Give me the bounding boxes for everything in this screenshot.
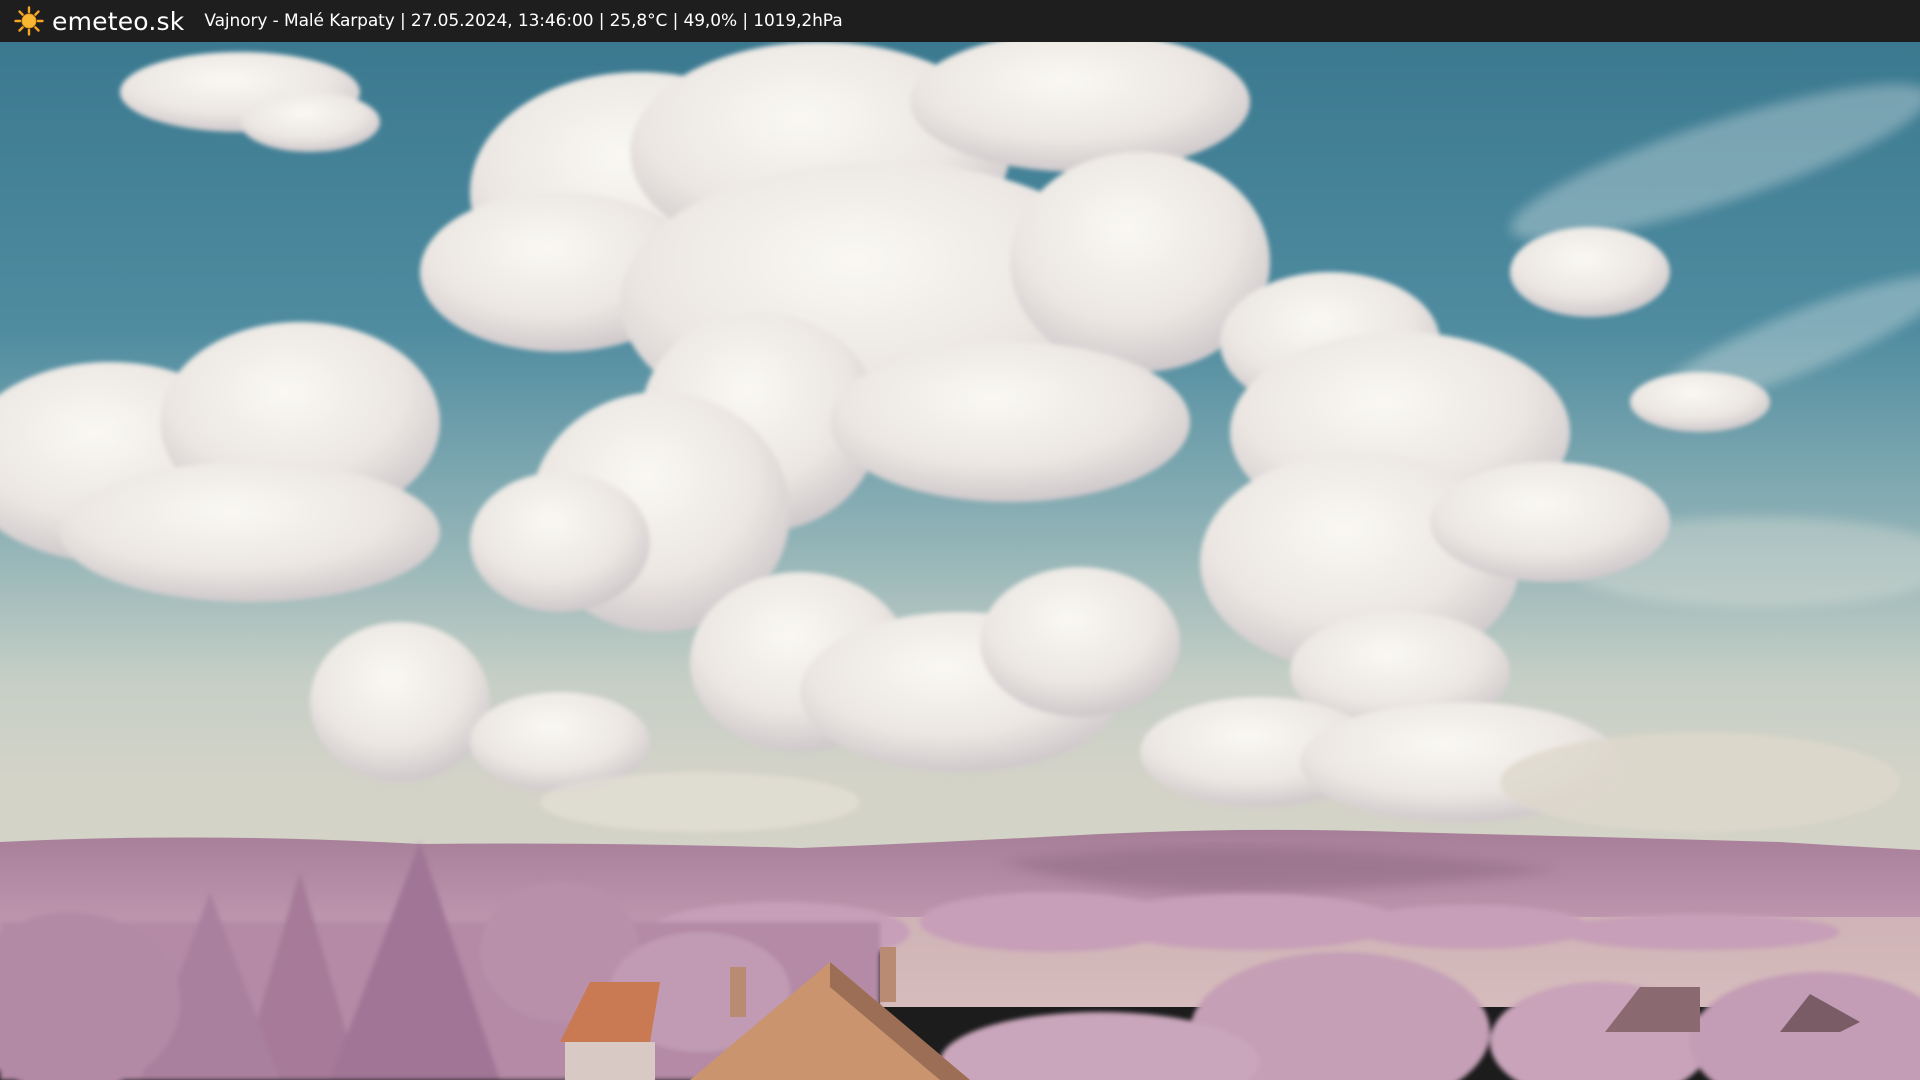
- brand-name: emeteo.sk: [52, 6, 185, 36]
- brand-logo: emeteo.sk: [14, 0, 184, 42]
- webcam-frame: emeteo.sk Vajnory - Malé Karpaty | 27.05…: [0, 0, 1920, 1080]
- sun-icon: [14, 6, 44, 36]
- header-bar: emeteo.sk Vajnory - Malé Karpaty | 27.05…: [0, 0, 1920, 42]
- station-caption: Vajnory - Malé Karpaty | 27.05.2024, 13:…: [204, 11, 843, 31]
- webcam-image: [0, 42, 1920, 1080]
